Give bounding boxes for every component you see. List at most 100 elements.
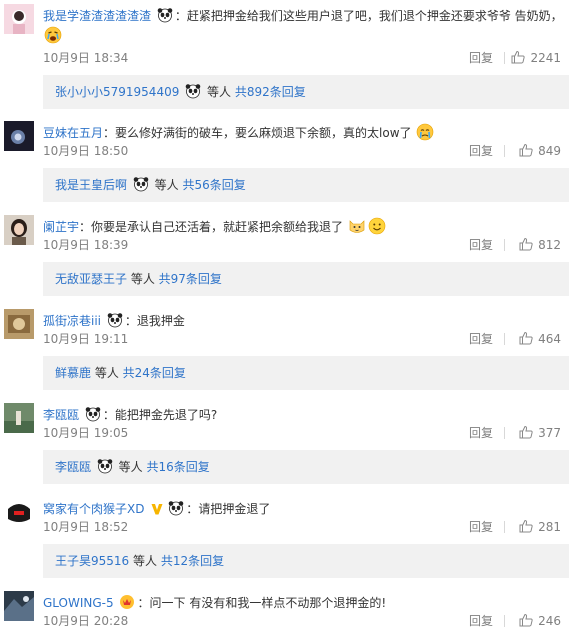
like-count: 246	[538, 614, 561, 628]
avatar[interactable]	[4, 591, 34, 621]
thumbs-up-icon	[511, 50, 526, 64]
comment-text: 退我押金	[136, 314, 185, 328]
comment-separator: ：	[174, 9, 187, 23]
comment-text: 你要是承认自己还活着，就赶紧把余额给我退了	[91, 220, 344, 234]
username-link[interactable]: 我是学渣渣渣渣渣渣	[43, 9, 151, 23]
sub-reply-user[interactable]: 张小小小5791954409	[55, 85, 179, 99]
username-link[interactable]: GLOWING-5	[43, 596, 114, 610]
like-button[interactable]: 377	[519, 424, 561, 442]
like-button[interactable]: 2241	[511, 49, 561, 67]
divider	[504, 239, 505, 251]
crying-emoji-icon	[44, 26, 62, 44]
sub-reply-user[interactable]: 王子昊95516	[55, 554, 129, 568]
sub-replies[interactable]: 李瓯瓯 等人 共16条回复	[43, 450, 569, 484]
comment-body: GLOWING-5 ：问一下 有没有和我一样点不动那个退押金的!	[43, 593, 569, 613]
sub-reply-user[interactable]: 李瓯瓯	[55, 460, 91, 474]
comment-time: 10月9日 18:52	[43, 520, 129, 534]
reply-button[interactable]: 回复	[469, 49, 493, 67]
sub-replies[interactable]: 无敌亚瑟王子 等人 共97条回复	[43, 262, 569, 296]
smile-emoji-icon	[368, 217, 386, 235]
comment-time: 10月9日 18:34	[43, 51, 129, 65]
thumbs-up-icon	[519, 237, 533, 251]
sub-reply-mid: 等人	[114, 460, 147, 474]
like-count: 281	[538, 520, 561, 534]
member-badge-icon	[119, 594, 135, 610]
sub-reply-mid: 等人	[203, 85, 235, 99]
like-button[interactable]: 281	[519, 518, 561, 536]
comment-list: 我是学渣渣渣渣渣渣 ：赶紧把押金给我们这些用户退了吧，我们退个押金还要求爷爷 告…	[0, 0, 577, 638]
sub-reply-user[interactable]: 鲜慕鹿	[55, 366, 91, 380]
sub-replies[interactable]: 鲜慕鹿 等人 共24条回复	[43, 356, 569, 390]
thumbs-up-icon	[519, 425, 533, 439]
sub-reply-mid: 等人	[129, 554, 161, 568]
comment-body: 李瓯瓯 ：能把押金先退了吗?	[43, 405, 569, 425]
avatar[interactable]	[4, 215, 34, 245]
username-link[interactable]: 窝家有个肉猴子XD	[43, 502, 144, 516]
like-button[interactable]: 812	[519, 236, 561, 254]
panda-icon	[133, 176, 149, 192]
sub-replies[interactable]: 我是王皇后啊 等人 共56条回复	[43, 168, 569, 202]
comment-time: 10月9日 18:50	[43, 144, 129, 158]
sub-reply-user[interactable]: 我是王皇后啊	[55, 178, 127, 192]
panda-icon	[185, 83, 201, 99]
reply-button[interactable]: 回复	[469, 424, 493, 442]
like-button[interactable]: 246	[519, 612, 561, 630]
avatar[interactable]	[4, 121, 34, 151]
comment-item: 李瓯瓯 ：能把押金先退了吗? 10月9日 19:05 回复 377 李瓯瓯 等人…	[0, 399, 577, 493]
thumbs-up-icon	[519, 519, 533, 533]
comment-separator: ：	[124, 314, 137, 328]
divider	[504, 427, 505, 439]
avatar[interactable]	[4, 497, 34, 527]
comment-text: 能把押金先退了吗?	[114, 408, 218, 422]
comment-meta: 10月9日 19:11 回复 464	[43, 330, 569, 348]
sub-reply-count[interactable]: 共16条回复	[146, 460, 209, 474]
comment-body: 窝家有个肉猴子XD ：请把押金退了	[43, 499, 569, 519]
username-link[interactable]: 李瓯瓯	[43, 408, 79, 422]
panda-icon	[85, 406, 101, 422]
avatar[interactable]	[4, 403, 34, 433]
comment-body: 阑芷宇：你要是承认自己还活着，就赶紧把余额给我退了	[43, 217, 569, 237]
like-count: 2241	[530, 51, 561, 65]
reply-button[interactable]: 回复	[469, 518, 493, 536]
like-button[interactable]: 849	[519, 142, 561, 160]
comment-item: 窝家有个肉猴子XD ：请把押金退了 10月9日 18:52 回复 281 王子昊…	[0, 493, 577, 587]
crying-emoji-icon	[416, 123, 434, 141]
sub-reply-count[interactable]: 共12条回复	[161, 554, 224, 568]
username-link[interactable]: 豆妹在五月	[43, 126, 103, 140]
comment-meta: 10月9日 18:39 回复 812	[43, 236, 569, 254]
reply-button[interactable]: 回复	[469, 236, 493, 254]
comment-item: 孤街凉巷iii ：退我押金 10月9日 19:11 回复 464 鲜慕鹿 等人 …	[0, 305, 577, 399]
reply-button[interactable]: 回复	[469, 142, 493, 160]
username-link[interactable]: 孤街凉巷iii	[43, 314, 101, 328]
like-count: 812	[538, 238, 561, 252]
comment-separator: ：	[79, 220, 92, 234]
panda-icon	[157, 7, 173, 23]
sub-replies[interactable]: 张小小小5791954409 等人 共892条回复	[43, 75, 569, 109]
panda-icon	[97, 458, 113, 474]
sub-reply-count[interactable]: 共56条回复	[182, 178, 245, 192]
comment-text: 要么修好满街的破车，要么麻烦退下余额，真的太low了	[115, 126, 412, 140]
like-count: 377	[538, 426, 561, 440]
divider	[504, 145, 505, 157]
comment-text: 请把押金退了	[198, 502, 271, 516]
comment-body: 我是学渣渣渣渣渣渣 ：赶紧把押金给我们这些用户退了吧，我们退个押金还要求爷爷 告…	[43, 6, 569, 46]
verified-v-icon	[150, 502, 164, 516]
like-button[interactable]: 464	[519, 330, 561, 348]
comment-item: 我是学渣渣渣渣渣渣 ：赶紧把押金给我们这些用户退了吧，我们退个押金还要求爷爷 告…	[0, 0, 577, 109]
username-link[interactable]: 阑芷宇	[43, 220, 79, 234]
thumbs-up-icon	[519, 143, 533, 157]
comment-meta: 10月9日 18:50 回复 849	[43, 142, 569, 160]
divider	[504, 52, 505, 64]
reply-button[interactable]: 回复	[469, 330, 493, 348]
sub-reply-count[interactable]: 共892条回复	[235, 85, 306, 99]
avatar[interactable]	[4, 309, 34, 339]
avatar[interactable]	[4, 4, 34, 34]
sub-reply-count[interactable]: 共97条回复	[159, 272, 222, 286]
sub-reply-count[interactable]: 共24条回复	[123, 366, 186, 380]
comment-separator: ：	[103, 126, 116, 140]
panda-icon	[107, 312, 123, 328]
sub-replies[interactable]: 王子昊95516 等人 共12条回复	[43, 544, 569, 578]
sub-reply-user[interactable]: 无敌亚瑟王子	[55, 272, 127, 286]
reply-button[interactable]: 回复	[469, 612, 493, 630]
comment-body: 孤街凉巷iii ：退我押金	[43, 311, 569, 331]
